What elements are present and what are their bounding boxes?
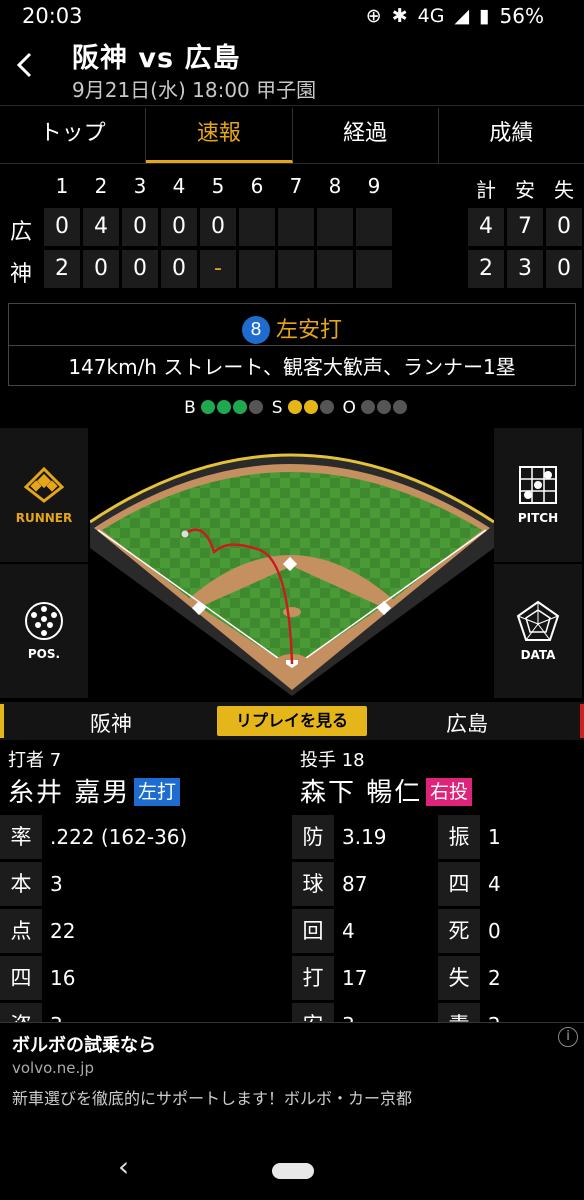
stat-value: 1 bbox=[488, 825, 501, 849]
pitcher-stat-row: 球 87 bbox=[292, 862, 438, 906]
stat-key: 本 bbox=[0, 862, 42, 906]
pitcher-stat-row: 四4 bbox=[438, 862, 584, 906]
stat-key: 率 bbox=[0, 815, 42, 859]
pitcher-stat-row: 死0 bbox=[438, 909, 584, 953]
batter-stat-row: 点 22 bbox=[0, 909, 290, 953]
pitcher-stat-row: 打 17 bbox=[292, 956, 438, 1000]
stat-value: 16 bbox=[50, 966, 76, 990]
stat-value: 2 bbox=[488, 966, 501, 990]
ad-banner[interactable]: ボルボの試乗なら volvo.ne.jp 新車選びを徹底的にサポートします！ボル… bbox=[0, 1022, 584, 1150]
nav-back-icon[interactable]: ‹ bbox=[118, 1150, 129, 1183]
pitcher-stat-row: 回4 bbox=[292, 909, 438, 953]
batter-stat-row: 四 16 bbox=[0, 956, 290, 1000]
stat-value: 87 bbox=[342, 872, 368, 896]
stat-key: 四 bbox=[438, 862, 480, 906]
batter-stat-row: 率 .222 (162-36) bbox=[0, 815, 290, 859]
ad-info-icon[interactable]: i bbox=[558, 1027, 578, 1047]
stat-key: 死 bbox=[438, 909, 480, 953]
stat-value: 3 bbox=[50, 872, 63, 896]
stat-value: 4 bbox=[342, 919, 355, 943]
stat-key: 点 bbox=[0, 909, 42, 953]
stat-key: 球 bbox=[292, 862, 334, 906]
stat-key: 責 bbox=[438, 1003, 480, 1022]
stat-key: 打 bbox=[292, 956, 334, 1000]
stat-key: 失 bbox=[438, 956, 480, 1000]
stat-value: 3 bbox=[50, 1003, 63, 1022]
pitcher-stat-row: 防 3.19 bbox=[292, 815, 438, 859]
stats-table: 率.222 (162-36)本3点22四16盗3防3.19球87回4打17安3振… bbox=[0, 0, 584, 1022]
pitcher-stat-row: 失2 bbox=[438, 956, 584, 1000]
batter-stat-row: 本3 bbox=[0, 862, 290, 906]
stat-value: 3 bbox=[342, 1003, 355, 1022]
system-nav-bar: ‹ bbox=[0, 1150, 584, 1200]
stat-key: 安 bbox=[292, 1003, 334, 1022]
stat-key: 盗 bbox=[0, 1003, 42, 1022]
pitcher-stat-row: 安3 bbox=[292, 1003, 438, 1022]
pitcher-stat-row: 振1 bbox=[438, 815, 584, 859]
stat-key: 振 bbox=[438, 815, 480, 859]
stat-value: 2 bbox=[488, 1003, 501, 1022]
ad-description[interactable]: 新車選びを徹底的にサポートします！ボルボ・カー京都 bbox=[12, 1085, 412, 1109]
ad-url[interactable]: volvo.ne.jp bbox=[12, 1059, 94, 1077]
stat-value: 17 bbox=[342, 966, 368, 990]
stat-value: 4 bbox=[488, 872, 501, 896]
nav-home-pill[interactable] bbox=[272, 1163, 314, 1179]
batter-stat-row: 盗3 bbox=[0, 1003, 290, 1022]
stat-value: 0 bbox=[488, 919, 501, 943]
stat-value: 3.19 bbox=[342, 825, 387, 849]
ad-title[interactable]: ボルボの試乗なら bbox=[12, 1031, 156, 1057]
stat-key: 四 bbox=[0, 956, 42, 1000]
stat-value: 22 bbox=[50, 919, 76, 943]
pitcher-stat-row: 責2 bbox=[438, 1003, 584, 1022]
stat-key: 回 bbox=[292, 909, 334, 953]
stat-key: 防 bbox=[292, 815, 334, 859]
stat-value: .222 (162-36) bbox=[50, 825, 188, 849]
